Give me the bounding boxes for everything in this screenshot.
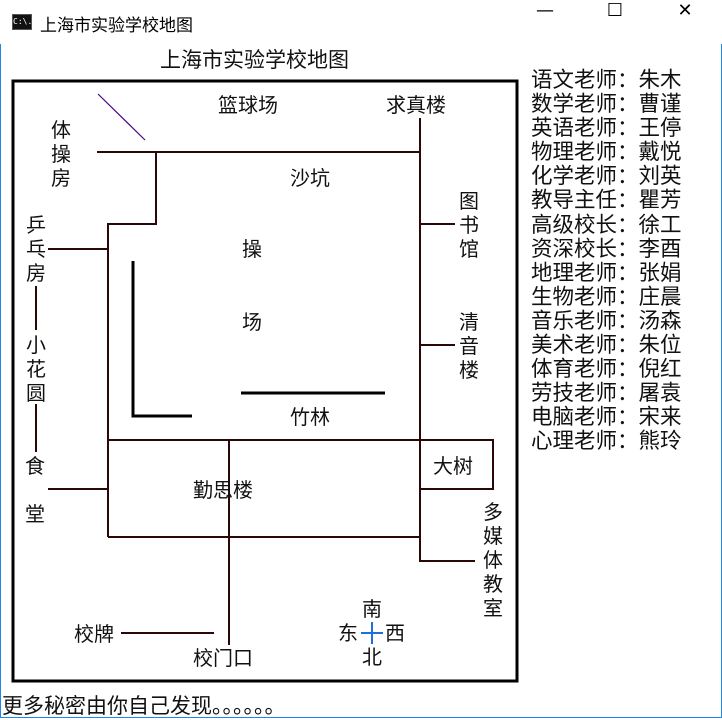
label-bigtree: 大树 xyxy=(433,454,473,478)
label-library: 图书馆 xyxy=(459,189,479,261)
staff-row: 地理老师：张娟 xyxy=(531,260,682,286)
thick-paths xyxy=(131,261,385,418)
staff-role: 教导主任： xyxy=(531,188,639,214)
compass-west: 西 xyxy=(385,621,405,645)
label-qiuzhen: 求真楼 xyxy=(386,93,446,117)
staff-name: 庄晨 xyxy=(638,284,682,310)
staff-row: 劳技老师：屠袁 xyxy=(531,382,682,406)
staff-row: 音乐老师：汤森 xyxy=(531,308,682,334)
staff-role: 化学老师： xyxy=(531,164,639,190)
staff-name: 熊玲 xyxy=(638,429,682,455)
staff-name: 汤森 xyxy=(638,308,682,334)
staff-name: 张娟 xyxy=(638,260,682,286)
staff-row: 语文老师：朱木 xyxy=(531,68,682,93)
label-qinsi: 勤思楼 xyxy=(193,478,253,502)
diagonal-path xyxy=(97,93,146,141)
staff-role: 语文老师： xyxy=(531,68,639,93)
staff-name: 李酉 xyxy=(638,236,682,262)
staff-name: 徐工 xyxy=(638,212,682,238)
staff-row: 体育老师：倪红 xyxy=(531,358,682,382)
staff-role: 地理老师： xyxy=(531,260,639,286)
label-canteen-1: 食 xyxy=(25,454,45,478)
map-paths xyxy=(35,118,494,645)
label-playground-2: 场 xyxy=(242,310,262,334)
staff-role: 心理老师： xyxy=(531,429,639,455)
label-qingyin: 清音楼 xyxy=(459,310,479,382)
staff-role: 生物老师： xyxy=(531,284,639,310)
staff-row: 美术老师：朱位 xyxy=(531,333,682,359)
compass-east: 东 xyxy=(338,621,358,645)
staff-row: 电脑老师：宋来 xyxy=(531,406,682,430)
compass-south: 南 xyxy=(362,597,382,621)
staff-row: 教导主任：瞿芳 xyxy=(531,189,682,213)
compass-north: 北 xyxy=(362,645,382,669)
staff-name: 瞿芳 xyxy=(638,188,682,214)
label-gate: 校门口 xyxy=(193,646,253,670)
label-gym: 体操房 xyxy=(51,118,71,190)
label-pingpong: 乒乓房 xyxy=(26,213,46,285)
staff-role: 体育老师： xyxy=(531,357,639,383)
staff-role: 英语老师： xyxy=(531,116,639,142)
label-garden: 小花圆 xyxy=(26,333,46,405)
staff-row: 数学老师：曹谨 xyxy=(531,93,682,117)
footer-text: 更多秘密由你自己发现。。。。。。 xyxy=(2,694,286,718)
staff-role: 美术老师： xyxy=(531,333,639,359)
compass-cross xyxy=(361,622,383,644)
map-border xyxy=(11,79,519,683)
label-multimedia: 多媒体教室 xyxy=(483,500,503,620)
staff-role: 数学老师： xyxy=(531,92,639,118)
staff-row: 化学老师：刘英 xyxy=(531,165,682,189)
label-bamboo: 竹林 xyxy=(290,405,330,429)
label-playground-1: 操 xyxy=(242,237,262,261)
staff-name: 戴悦 xyxy=(638,140,682,166)
staff-name: 倪红 xyxy=(638,357,682,383)
staff-row: 高级校长：徐工 xyxy=(531,212,682,238)
staff-row: 心理老师：熊玲 xyxy=(531,430,682,454)
staff-name: 屠袁 xyxy=(638,381,682,407)
staff-role: 高级校长： xyxy=(531,212,639,238)
path xyxy=(131,261,192,418)
staff-name: 朱木 xyxy=(638,68,682,93)
label-basketball: 篮球场 xyxy=(218,93,278,117)
staff-row: 英语老师：王停 xyxy=(531,117,682,141)
label-canteen-2: 堂 xyxy=(25,502,45,526)
staff-name: 朱位 xyxy=(638,333,682,359)
label-sign: 校牌 xyxy=(74,622,114,646)
staff-name: 曹谨 xyxy=(638,92,682,118)
staff-name: 刘英 xyxy=(638,164,682,190)
staff-row: 资深校长：李酉 xyxy=(531,236,682,262)
staff-role: 电脑老师： xyxy=(531,405,639,431)
staff-row: 物理老师：戴悦 xyxy=(531,141,682,165)
staff-role: 资深校长： xyxy=(531,236,639,262)
staff-role: 音乐老师： xyxy=(531,308,639,334)
staff-name: 宋来 xyxy=(638,405,682,431)
staff-list: 语文老师：朱木 数学老师：曹谨 英语老师：王停 物理老师：戴悦 化学老师：刘英 … xyxy=(531,68,682,455)
label-sandpit: 沙坑 xyxy=(290,166,330,190)
staff-name: 王停 xyxy=(638,116,682,142)
staff-role: 劳技老师： xyxy=(531,381,639,407)
staff-role: 物理老师： xyxy=(531,140,639,166)
staff-row: 生物老师：庄晨 xyxy=(531,284,682,310)
